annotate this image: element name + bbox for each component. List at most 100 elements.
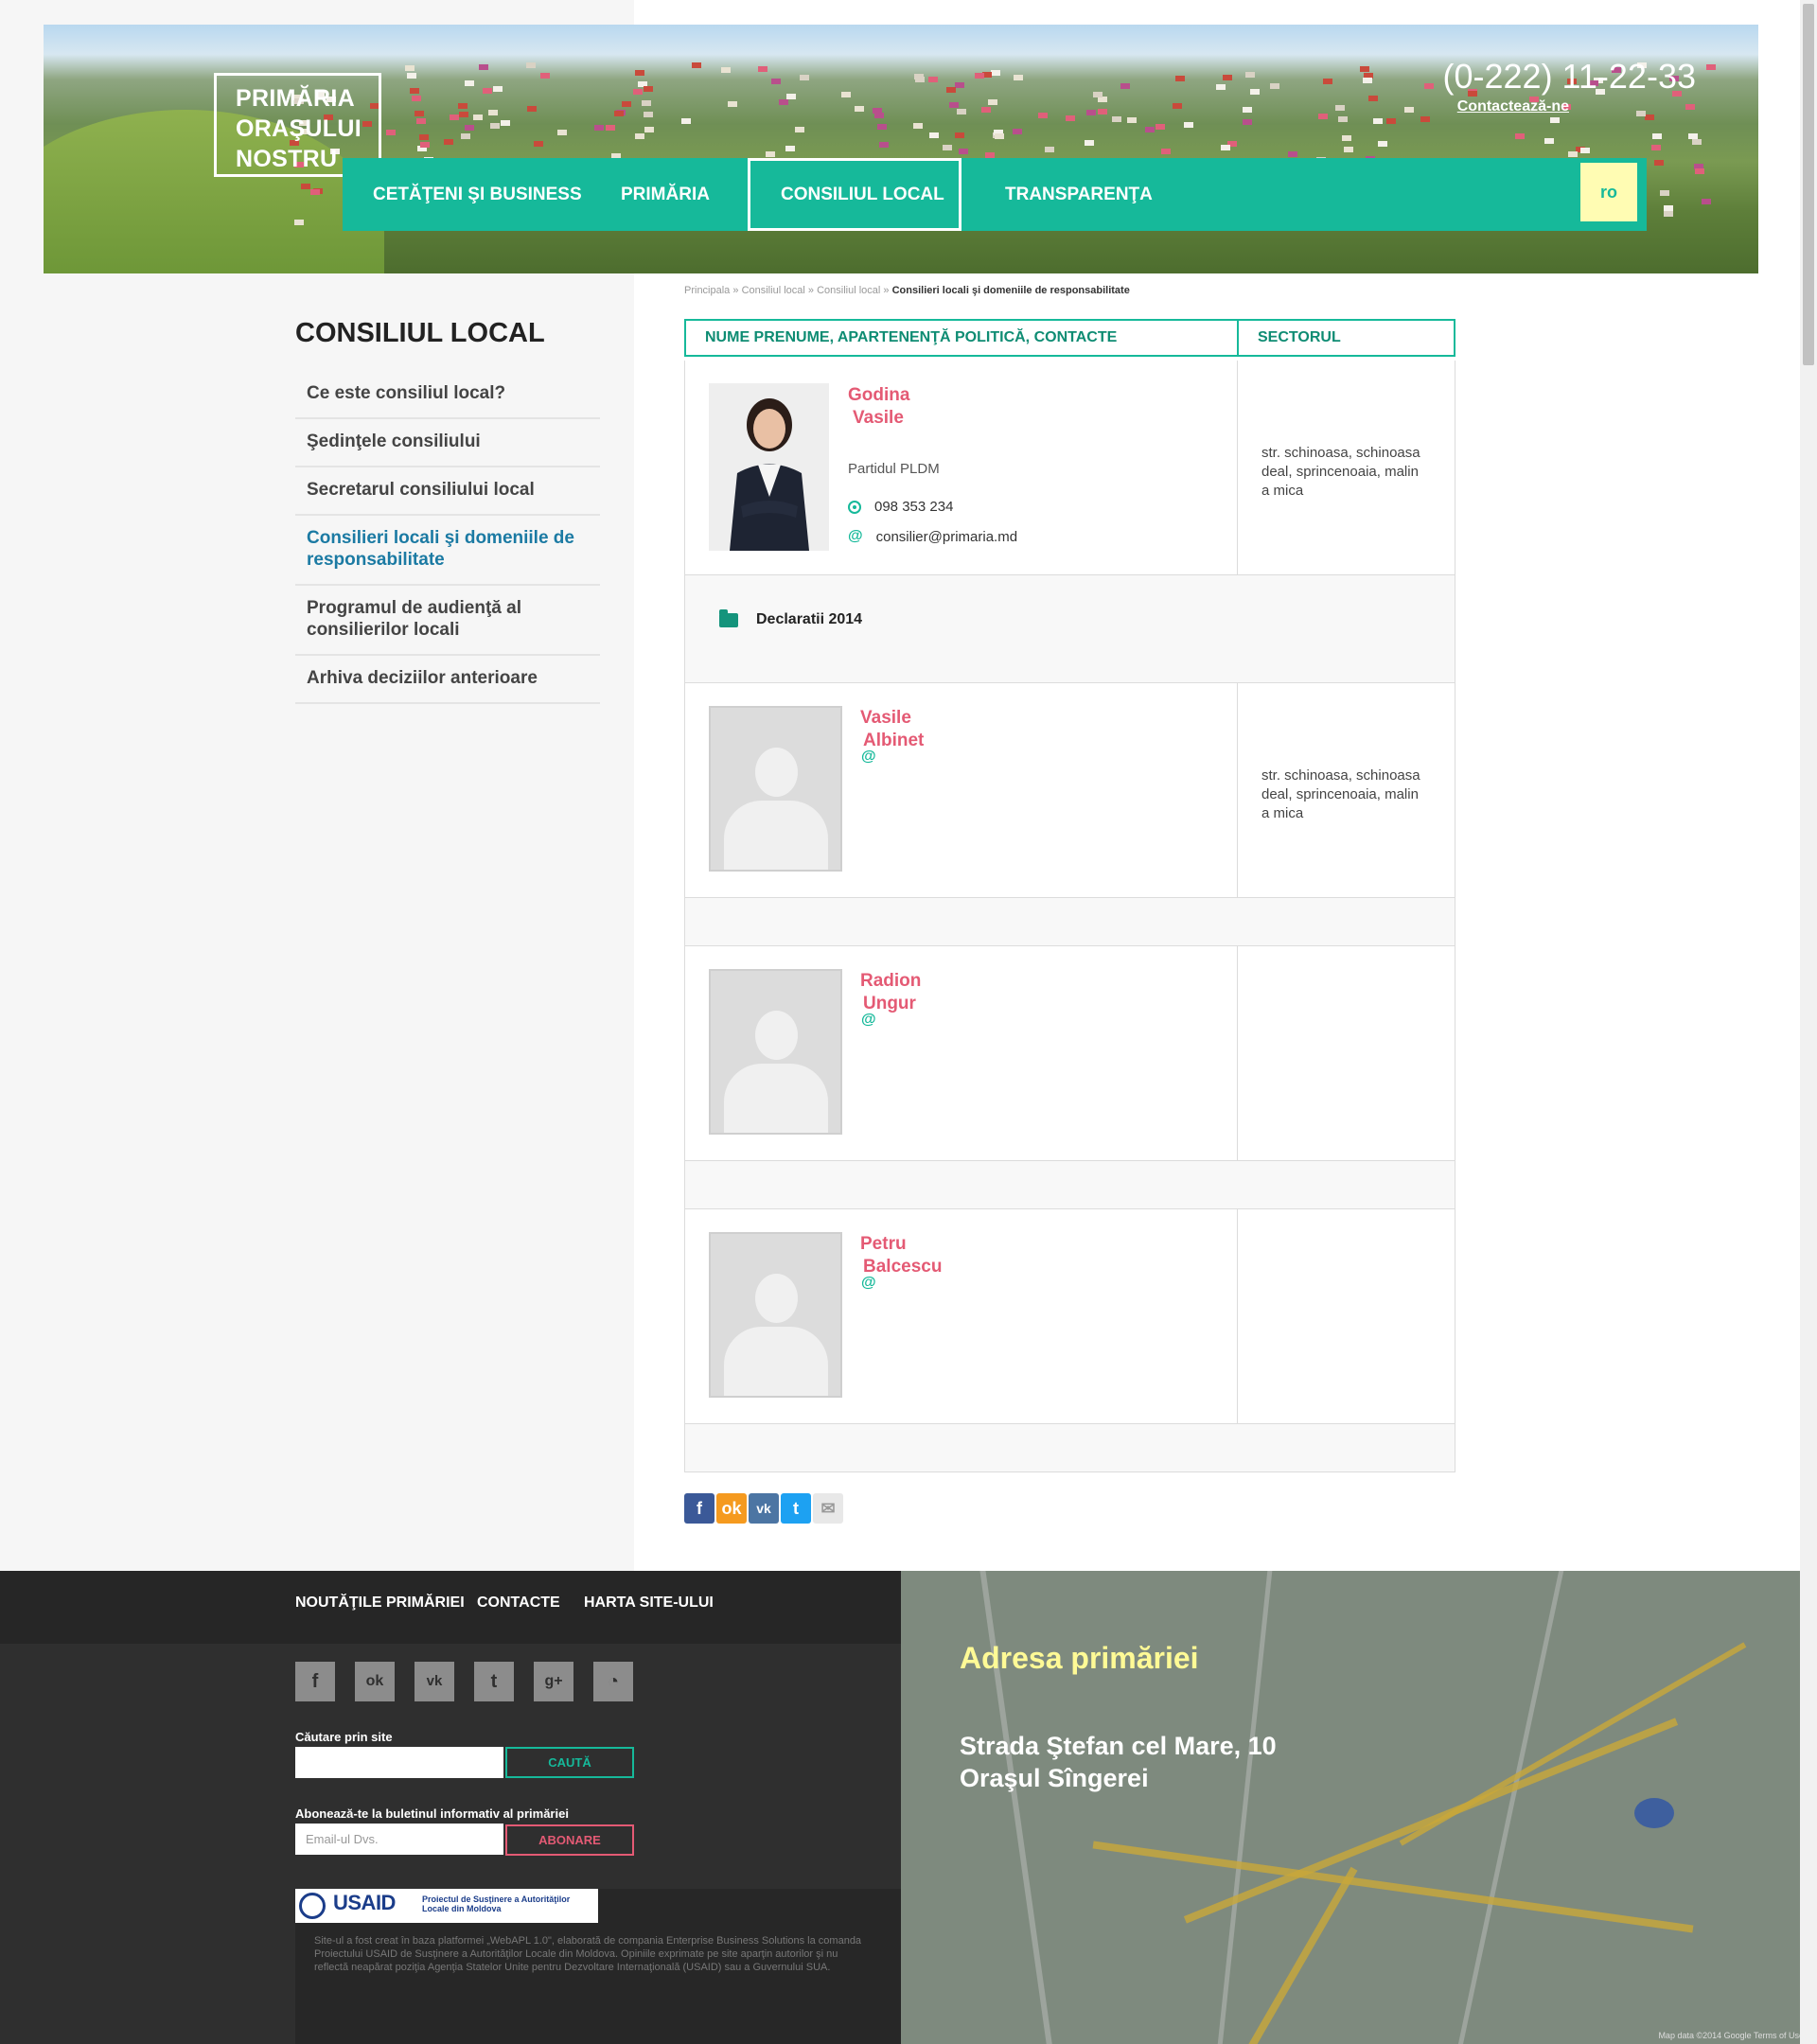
village-house bbox=[635, 70, 644, 76]
village-house bbox=[1360, 66, 1369, 72]
village-house bbox=[1250, 89, 1260, 95]
nav-item-consiliul-local[interactable]: CONSILIUL LOCAL bbox=[748, 158, 961, 231]
village-house bbox=[594, 125, 604, 131]
placeholder-head bbox=[755, 1274, 798, 1323]
village-house bbox=[526, 62, 536, 68]
sidebar-item-program-audienta[interactable]: Programul de audienţă al consilierilor l… bbox=[295, 586, 600, 656]
footer-link-news[interactable]: NOUTĂŢILE PRIMĂRIEI bbox=[295, 1595, 465, 1612]
village-house bbox=[450, 115, 459, 120]
sidebar-item-sedinte[interactable]: Şedinţele consiliului bbox=[295, 419, 600, 467]
sidebar-item-ce-este[interactable]: Ce este consiliul local? bbox=[295, 371, 600, 419]
village-house bbox=[1093, 92, 1103, 97]
councillor-cell: Godina Vasile Partidul PLDM 098 353 234 … bbox=[685, 361, 1238, 574]
village-house bbox=[479, 64, 488, 70]
declaration-link[interactable]: Declaratii 2014 bbox=[756, 611, 862, 628]
village-house bbox=[879, 142, 889, 148]
village-house bbox=[995, 133, 1004, 139]
councillors-table: NUME PRENUME, APARTENENŢĂ POLITICĂ, CONT… bbox=[684, 319, 1455, 1472]
contact-link[interactable]: Contactează-ne bbox=[1457, 98, 1569, 115]
village-house bbox=[766, 151, 775, 157]
village-house bbox=[855, 106, 864, 112]
twitter-icon[interactable]: t bbox=[781, 1493, 811, 1524]
village-house bbox=[294, 220, 304, 225]
subscribe-button[interactable]: ABONARE bbox=[505, 1824, 634, 1856]
councillor-email-link[interactable]: consilier@primaria.md bbox=[876, 529, 1017, 545]
map-road bbox=[1092, 1841, 1694, 1933]
breadcrumb-link[interactable]: Principala bbox=[684, 285, 730, 296]
folder-icon bbox=[719, 609, 738, 627]
language-switch[interactable]: ro bbox=[1580, 163, 1637, 221]
village-house bbox=[991, 70, 1000, 76]
breadcrumb-current: Consilieri locali şi domeniile de respon… bbox=[891, 285, 1130, 296]
email-icon[interactable]: @ bbox=[861, 1275, 876, 1292]
table-row: Petru Balcescu @ bbox=[685, 1208, 1455, 1423]
vk-icon[interactable]: vk bbox=[749, 1493, 779, 1524]
placeholder-head bbox=[755, 1011, 798, 1060]
address-map[interactable]: Adresa primăriei Strada Ştefan cel Mare,… bbox=[901, 1571, 1817, 2044]
email-icon[interactable]: @ bbox=[861, 1012, 876, 1029]
breadcrumb-separator: » bbox=[732, 285, 739, 296]
village-house bbox=[771, 79, 781, 84]
breadcrumb-link[interactable]: Consiliul local bbox=[742, 285, 805, 296]
village-house bbox=[405, 65, 415, 71]
village-house bbox=[975, 73, 984, 79]
usaid-project: Proiectul de Susţinere a Autorităţilor L… bbox=[422, 1894, 571, 1913]
twitter-icon[interactable]: t bbox=[474, 1662, 514, 1701]
village-house bbox=[459, 112, 468, 117]
village-house bbox=[644, 127, 654, 132]
google-plus-icon[interactable]: g+ bbox=[534, 1662, 573, 1701]
councillor-name[interactable]: Godina Vasile bbox=[848, 384, 909, 430]
map-lake bbox=[1634, 1798, 1674, 1828]
councillor-first-name: Radion bbox=[860, 971, 922, 991]
email-icon[interactable]: ✉ bbox=[813, 1493, 843, 1524]
avatar-placeholder-icon bbox=[709, 706, 842, 872]
usaid-logo[interactable]: USAID Proiectul de Susţinere a Autorităţ… bbox=[295, 1889, 598, 1923]
email-icon[interactable]: @ bbox=[861, 749, 876, 766]
sidebar-menu: Ce este consiliul local? Şedinţele consi… bbox=[295, 371, 600, 704]
sidebar-item-secretar[interactable]: Secretarul consiliului local bbox=[295, 467, 600, 516]
odnoklassniki-icon[interactable]: ok bbox=[716, 1493, 747, 1524]
village-house bbox=[1342, 135, 1351, 141]
village-house bbox=[1568, 151, 1578, 157]
village-house bbox=[943, 145, 952, 150]
search-button[interactable]: CAUTĂ bbox=[505, 1747, 634, 1778]
vk-icon[interactable]: vk bbox=[415, 1662, 454, 1701]
odnoklassniki-icon[interactable]: ok bbox=[355, 1662, 395, 1701]
nav-item-citizens-business[interactable]: CETĂŢENI ŞI BUSINESS bbox=[343, 158, 612, 231]
header-phone: (0-222) 11-22-33 bbox=[1442, 57, 1697, 96]
village-house bbox=[1145, 127, 1155, 132]
facebook-icon[interactable]: f bbox=[684, 1493, 714, 1524]
scrollbar[interactable] bbox=[1800, 0, 1817, 2044]
village-house bbox=[1368, 96, 1378, 101]
village-house bbox=[795, 127, 804, 132]
nav-item-primaria[interactable]: PRIMĂRIA bbox=[591, 158, 740, 231]
village-house bbox=[779, 99, 788, 105]
village-house bbox=[1386, 118, 1396, 124]
village-house bbox=[1664, 211, 1673, 217]
newsletter-email-input[interactable]: Email-ul Dvs. bbox=[295, 1824, 503, 1855]
nav-item-transparenta[interactable]: TRANSPARENŢA bbox=[975, 158, 1183, 231]
newsletter-label: Abonează-te la buletinul informativ al p… bbox=[295, 1806, 569, 1821]
search-input[interactable] bbox=[295, 1747, 503, 1778]
village-house bbox=[1223, 75, 1232, 80]
councillor-name[interactable]: Vasile Albinet bbox=[860, 707, 924, 752]
village-house bbox=[1175, 76, 1185, 81]
facebook-icon[interactable]: f bbox=[295, 1662, 335, 1701]
rss-icon[interactable]: ◔ bbox=[593, 1662, 633, 1701]
scrollbar-thumb[interactable] bbox=[1803, 4, 1814, 365]
councillor-name[interactable]: Radion Ungur bbox=[860, 970, 921, 1015]
councillor-name[interactable]: Petru Balcescu bbox=[860, 1233, 942, 1278]
table-row: Vasile Albinet @ str. schinoasa, schinoa… bbox=[685, 682, 1455, 897]
column-header-name: NUME PRENUME, APARTENENŢĂ POLITICĂ, CONT… bbox=[686, 321, 1239, 355]
footer-link-sitemap[interactable]: HARTA SITE-ULUI bbox=[584, 1595, 714, 1612]
sidebar-item-consilieri[interactable]: Consilieri locali şi domeniile de respon… bbox=[295, 516, 600, 586]
sidebar-item-arhiva[interactable]: Arhiva deciziilor anterioare bbox=[295, 656, 600, 704]
breadcrumb-link[interactable]: Consiliul local bbox=[817, 285, 880, 296]
village-house bbox=[488, 110, 498, 115]
village-house bbox=[1515, 133, 1525, 139]
councillor-party: Partidul PLDM bbox=[848, 461, 940, 477]
credit-text: Site-ul a fost creat în baza platformei … bbox=[314, 1935, 862, 1973]
footer-link-contacts[interactable]: CONTACTE bbox=[477, 1595, 560, 1612]
councillor-sector bbox=[1238, 946, 1455, 1160]
village-house bbox=[1318, 114, 1328, 119]
